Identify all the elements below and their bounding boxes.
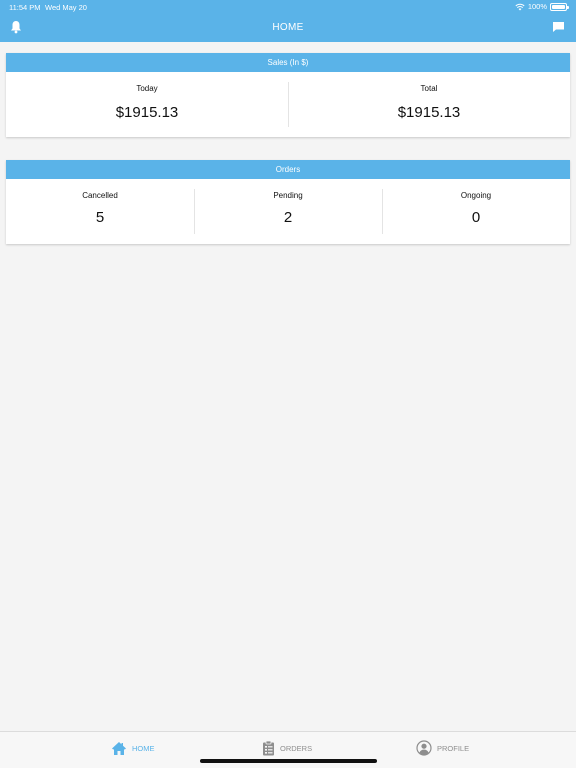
sales-stats: Today $1915.13 Total $1915.13	[6, 72, 570, 137]
tab-home-label: HOME	[132, 743, 155, 753]
home-icon	[112, 741, 126, 755]
orders-cancelled-value: 5	[95, 209, 105, 226]
status-bar: 11:54 PM Wed May 20 100%	[0, 0, 576, 14]
sales-card-title: Sales (In $)	[6, 53, 570, 72]
sales-total-label: Total	[420, 84, 438, 93]
battery-percent: 100%	[527, 2, 547, 11]
clipboard-icon	[263, 740, 274, 756]
nav-bar: HOME	[0, 14, 576, 42]
chat-icon[interactable]	[552, 21, 565, 33]
orders-pending: Pending 2	[194, 179, 382, 244]
sales-total: Total $1915.13	[288, 72, 570, 137]
status-indicators: 100%	[515, 2, 569, 11]
tab-orders-label: ORDERS	[280, 743, 313, 753]
page-title: HOME	[272, 22, 304, 33]
user-icon	[416, 740, 432, 756]
orders-cancelled-label: Cancelled	[82, 191, 118, 200]
tab-orders[interactable]: ORDERS	[262, 738, 312, 758]
orders-ongoing-label: Ongoing	[460, 191, 492, 200]
orders-ongoing: Ongoing 0	[382, 179, 570, 244]
sales-today-value: $1915.13	[115, 104, 179, 121]
battery-icon	[550, 2, 569, 11]
home-screen: 11:54 PM Wed May 20 100% HOME Sales (In …	[0, 0, 576, 768]
tab-home[interactable]: HOME	[111, 738, 155, 758]
wifi-icon	[515, 3, 525, 10]
tab-profile-label: PROFILE	[437, 743, 470, 753]
orders-ongoing-value: 0	[471, 209, 481, 226]
sales-today: Today $1915.13	[6, 72, 288, 137]
status-time: 11:54 PM	[9, 3, 41, 12]
orders-pending-label: Pending	[273, 191, 303, 200]
orders-card-title: Orders	[6, 160, 570, 179]
sales-total-value: $1915.13	[397, 104, 461, 121]
orders-stats: Cancelled 5 Pending 2 Ongoing 0	[6, 179, 570, 244]
orders-cancelled: Cancelled 5	[6, 179, 194, 244]
status-date: Wed May 20	[45, 3, 87, 12]
app-header: 11:54 PM Wed May 20 100% HOME	[0, 0, 576, 42]
tab-profile[interactable]: PROFILE	[416, 738, 469, 758]
orders-pending-value: 2	[283, 209, 293, 226]
orders-card: Orders Cancelled 5 Pending 2 Ongoing 0	[6, 160, 570, 244]
home-indicator[interactable]	[200, 759, 377, 763]
sales-today-label: Today	[136, 84, 158, 93]
sales-card: Sales (In $) Today $1915.13 Total $1915.…	[6, 53, 570, 137]
